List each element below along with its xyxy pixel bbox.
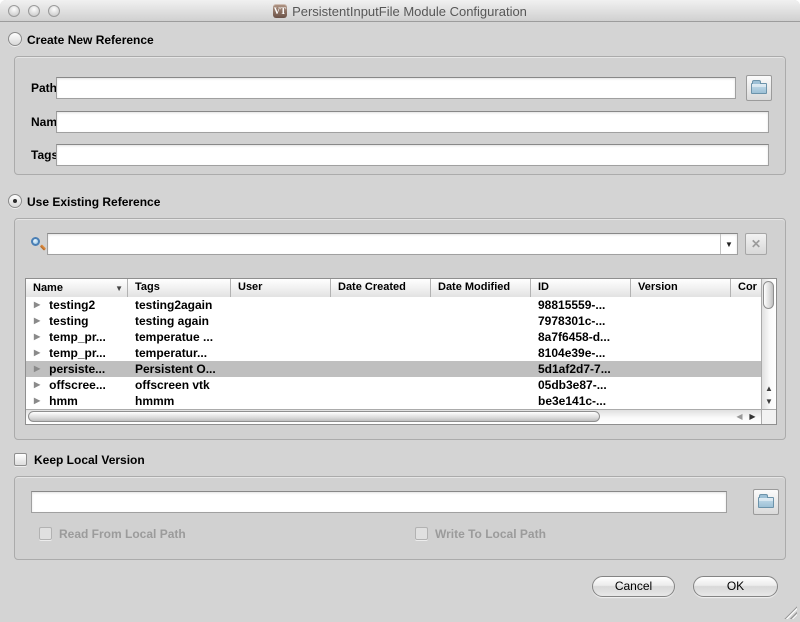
column-header-user[interactable]: User — [231, 279, 331, 297]
keep-local-version-label: Keep Local Version — [34, 452, 145, 468]
resize-grip[interactable] — [784, 606, 797, 619]
table-row[interactable]: ▶testing testing again 7978301c-... — [26, 313, 761, 329]
disclosure-triangle-icon[interactable]: ▶ — [34, 297, 40, 313]
local-path-group: Read From Local Path Write To Local Path — [14, 476, 786, 560]
path-input[interactable] — [56, 77, 736, 99]
disclosure-triangle-icon[interactable]: ▶ — [34, 361, 40, 377]
write-to-local-path-checkbox[interactable] — [415, 527, 428, 540]
scroll-down-icon[interactable]: ▼ — [762, 395, 776, 408]
horizontal-scrollbar[interactable]: ◀ ▶ — [26, 409, 761, 424]
column-header-tags[interactable]: Tags — [128, 279, 231, 297]
column-header-id[interactable]: ID — [531, 279, 631, 297]
close-icon: ✕ — [751, 237, 761, 251]
search-combobox[interactable]: ▼ — [47, 233, 738, 255]
column-header-version[interactable]: Version — [631, 279, 731, 297]
table-header: Name ▼ Tags User Date Created Date Modif… — [26, 279, 761, 297]
disclosure-triangle-icon[interactable]: ▶ — [34, 345, 40, 361]
keep-local-version-checkbox[interactable] — [14, 453, 27, 466]
vistrails-app-icon: VT — [273, 4, 287, 18]
folder-icon — [751, 83, 767, 94]
column-header-name[interactable]: Name ▼ — [26, 279, 128, 297]
disclosure-triangle-icon[interactable]: ▶ — [34, 377, 40, 393]
disclosure-triangle-icon[interactable]: ▶ — [34, 329, 40, 345]
persistent-input-file-dialog: VT PersistentInputFile Module Configurat… — [0, 0, 800, 622]
scrollbar-corner — [761, 409, 776, 424]
disclosure-triangle-icon[interactable]: ▶ — [34, 313, 40, 329]
use-existing-reference-radio[interactable] — [8, 194, 22, 208]
table-row[interactable]: ▶offscree... offscreen vtk 05db3e87-... — [26, 377, 761, 393]
sort-descending-icon: ▼ — [115, 280, 123, 297]
column-header-content[interactable]: Cor — [731, 279, 761, 297]
tags-input[interactable] — [56, 144, 769, 166]
chevron-down-icon[interactable]: ▼ — [720, 234, 737, 254]
read-from-local-path-checkbox[interactable] — [39, 527, 52, 540]
table-row[interactable]: ▶testing2 testing2again 98815559-... — [26, 297, 761, 313]
table-row[interactable]: ▶hmm hmmm be3e141c-... — [26, 393, 761, 409]
scroll-left-icon[interactable]: ◀ — [733, 410, 746, 424]
local-path-input[interactable] — [31, 491, 727, 513]
write-to-local-path-label: Write To Local Path — [435, 526, 546, 542]
vertical-scrollbar[interactable]: ▲ ▼ — [761, 279, 776, 409]
ok-button[interactable]: OK — [693, 576, 778, 597]
browse-local-path-button[interactable] — [753, 489, 779, 515]
name-input[interactable] — [56, 111, 769, 133]
cancel-button[interactable]: Cancel — [592, 576, 675, 597]
scroll-right-icon[interactable]: ▶ — [746, 410, 759, 424]
vertical-scrollbar-thumb[interactable] — [763, 281, 774, 309]
title-bar[interactable]: VT PersistentInputFile Module Configurat… — [0, 0, 800, 22]
column-header-date-created[interactable]: Date Created — [331, 279, 431, 297]
horizontal-scrollbar-thumb[interactable] — [28, 411, 600, 422]
table-viewport: Name ▼ Tags User Date Created Date Modif… — [26, 279, 761, 409]
read-from-local-path-label: Read From Local Path — [59, 526, 186, 542]
folder-icon — [758, 497, 774, 508]
reference-table: Name ▼ Tags User Date Created Date Modif… — [25, 278, 777, 425]
browse-path-button[interactable] — [746, 75, 772, 101]
table-row-selected[interactable]: ▶persiste... Persistent O... 5d1af2d7-7.… — [26, 361, 761, 377]
column-header-date-modified[interactable]: Date Modified — [431, 279, 531, 297]
new-reference-group: Path: Name: Tags: — [14, 56, 786, 175]
title-area: VT PersistentInputFile Module Configurat… — [0, 0, 800, 22]
existing-reference-group: ▼ ✕ Name ▼ Tags User Date Created Date M… — [14, 218, 786, 440]
table-row[interactable]: ▶temp_pr... temperatue ... 8a7f6458-d... — [26, 329, 761, 345]
search-icon — [30, 236, 46, 252]
use-existing-reference-label: Use Existing Reference — [27, 194, 160, 210]
create-new-reference-radio[interactable] — [8, 32, 22, 46]
create-new-reference-label: Create New Reference — [27, 32, 154, 48]
scroll-up-icon[interactable]: ▲ — [762, 382, 776, 395]
clear-search-button[interactable]: ✕ — [745, 233, 767, 255]
disclosure-triangle-icon[interactable]: ▶ — [34, 393, 40, 409]
table-row[interactable]: ▶temp_pr... temperatur... 8104e39e-... — [26, 345, 761, 361]
window-title: PersistentInputFile Module Configuration — [292, 4, 527, 19]
